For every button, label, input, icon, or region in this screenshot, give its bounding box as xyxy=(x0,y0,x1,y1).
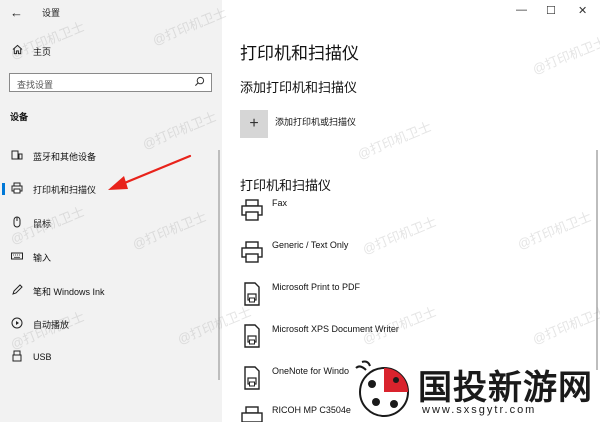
sidebar-item-label: 鼠标 xyxy=(33,218,52,229)
sidebar-item-label: USB xyxy=(33,352,52,362)
document-printer-icon xyxy=(244,282,260,306)
printer-item[interactable]: Microsoft XPS Document Writer xyxy=(240,324,580,354)
printer-item[interactable]: Fax xyxy=(240,198,580,228)
printer-item[interactable]: Generic / Text Only xyxy=(240,240,580,270)
section-devices-header: 设备 xyxy=(10,112,29,122)
add-section-title: 添加打印机和扫描仪 xyxy=(240,80,358,95)
printer-name: Generic / Text Only xyxy=(272,240,349,250)
sidebar-item-label: 打印机和扫描仪 xyxy=(33,184,97,195)
pen-icon xyxy=(10,283,24,299)
printer-name: Microsoft Print to PDF xyxy=(272,282,361,292)
home-icon xyxy=(10,44,24,58)
plus-icon: + xyxy=(249,115,259,132)
sidebar-item-label: 笔和 Windows Ink xyxy=(33,286,105,297)
sidebar-scrollbar[interactable] xyxy=(218,150,220,380)
printer-name: Fax xyxy=(272,198,288,208)
maximize-button[interactable]: ☐ xyxy=(546,4,556,17)
add-printer-label[interactable]: 添加打印机或扫描仪 xyxy=(275,115,356,128)
window-title: 设置 xyxy=(42,8,61,18)
sidebar-item-label: 自动播放 xyxy=(33,319,70,330)
printer-name: Microsoft XPS Document Writer xyxy=(272,324,399,334)
mouse-icon xyxy=(10,216,24,231)
add-printer-button[interactable]: + xyxy=(240,110,268,138)
settings-sidebar: ← 设置 主页 查找设置 设备 蓝牙和其他设备 打印机和扫描仪 鼠标 输入 笔和… xyxy=(0,0,222,422)
sidebar-item-autoplay[interactable]: 自动播放 xyxy=(0,313,222,335)
sidebar-item-bluetooth[interactable]: 蓝牙和其他设备 xyxy=(0,145,222,167)
document-printer-icon xyxy=(244,366,260,390)
printer-icon xyxy=(10,182,24,197)
bluetooth-devices-icon xyxy=(10,149,24,164)
printer-name: RICOH MP C3504e xyxy=(272,405,351,415)
printer-icon xyxy=(241,406,263,422)
sidebar-item-typing[interactable]: 输入 xyxy=(0,246,222,268)
nav-home-label: 主页 xyxy=(33,46,52,57)
usb-icon xyxy=(10,350,24,365)
brand-name: 国投新游网 xyxy=(418,369,593,407)
main-scrollbar[interactable] xyxy=(596,150,598,370)
back-arrow-icon[interactable]: ← xyxy=(10,5,23,20)
printer-icon xyxy=(241,199,263,221)
minimize-button[interactable]: — xyxy=(516,4,527,16)
autoplay-icon xyxy=(10,317,24,332)
search-placeholder: 查找设置 xyxy=(17,80,54,90)
printer-item[interactable]: Microsoft Print to PDF xyxy=(240,282,580,312)
close-button[interactable]: ✕ xyxy=(578,4,587,17)
sidebar-item-label: 输入 xyxy=(33,252,52,263)
search-input[interactable]: 查找设置 xyxy=(9,73,212,92)
brand-watermark: 国投新游网 www.sxsgytr.com xyxy=(352,358,600,422)
keyboard-icon xyxy=(10,250,24,265)
brand-url: www.sxsgytr.com xyxy=(422,404,537,416)
search-icon[interactable] xyxy=(194,76,205,90)
document-printer-icon xyxy=(244,324,260,348)
ladybug-logo-icon xyxy=(355,360,409,417)
sidebar-item-mouse[interactable]: 鼠标 xyxy=(0,212,222,234)
sidebar-item-label: 蓝牙和其他设备 xyxy=(33,151,97,162)
printers-section-title: 打印机和扫描仪 xyxy=(240,178,332,193)
nav-home[interactable]: 主页 xyxy=(10,44,51,58)
printer-icon xyxy=(241,241,263,263)
sidebar-item-printers[interactable]: 打印机和扫描仪 xyxy=(0,178,222,200)
sidebar-item-usb[interactable]: USB xyxy=(0,346,222,368)
active-indicator xyxy=(2,183,5,195)
sidebar-item-pen[interactable]: 笔和 Windows Ink xyxy=(0,280,222,302)
printer-name: OneNote for Windo xyxy=(272,366,350,376)
page-title: 打印机和扫描仪 xyxy=(240,44,359,63)
